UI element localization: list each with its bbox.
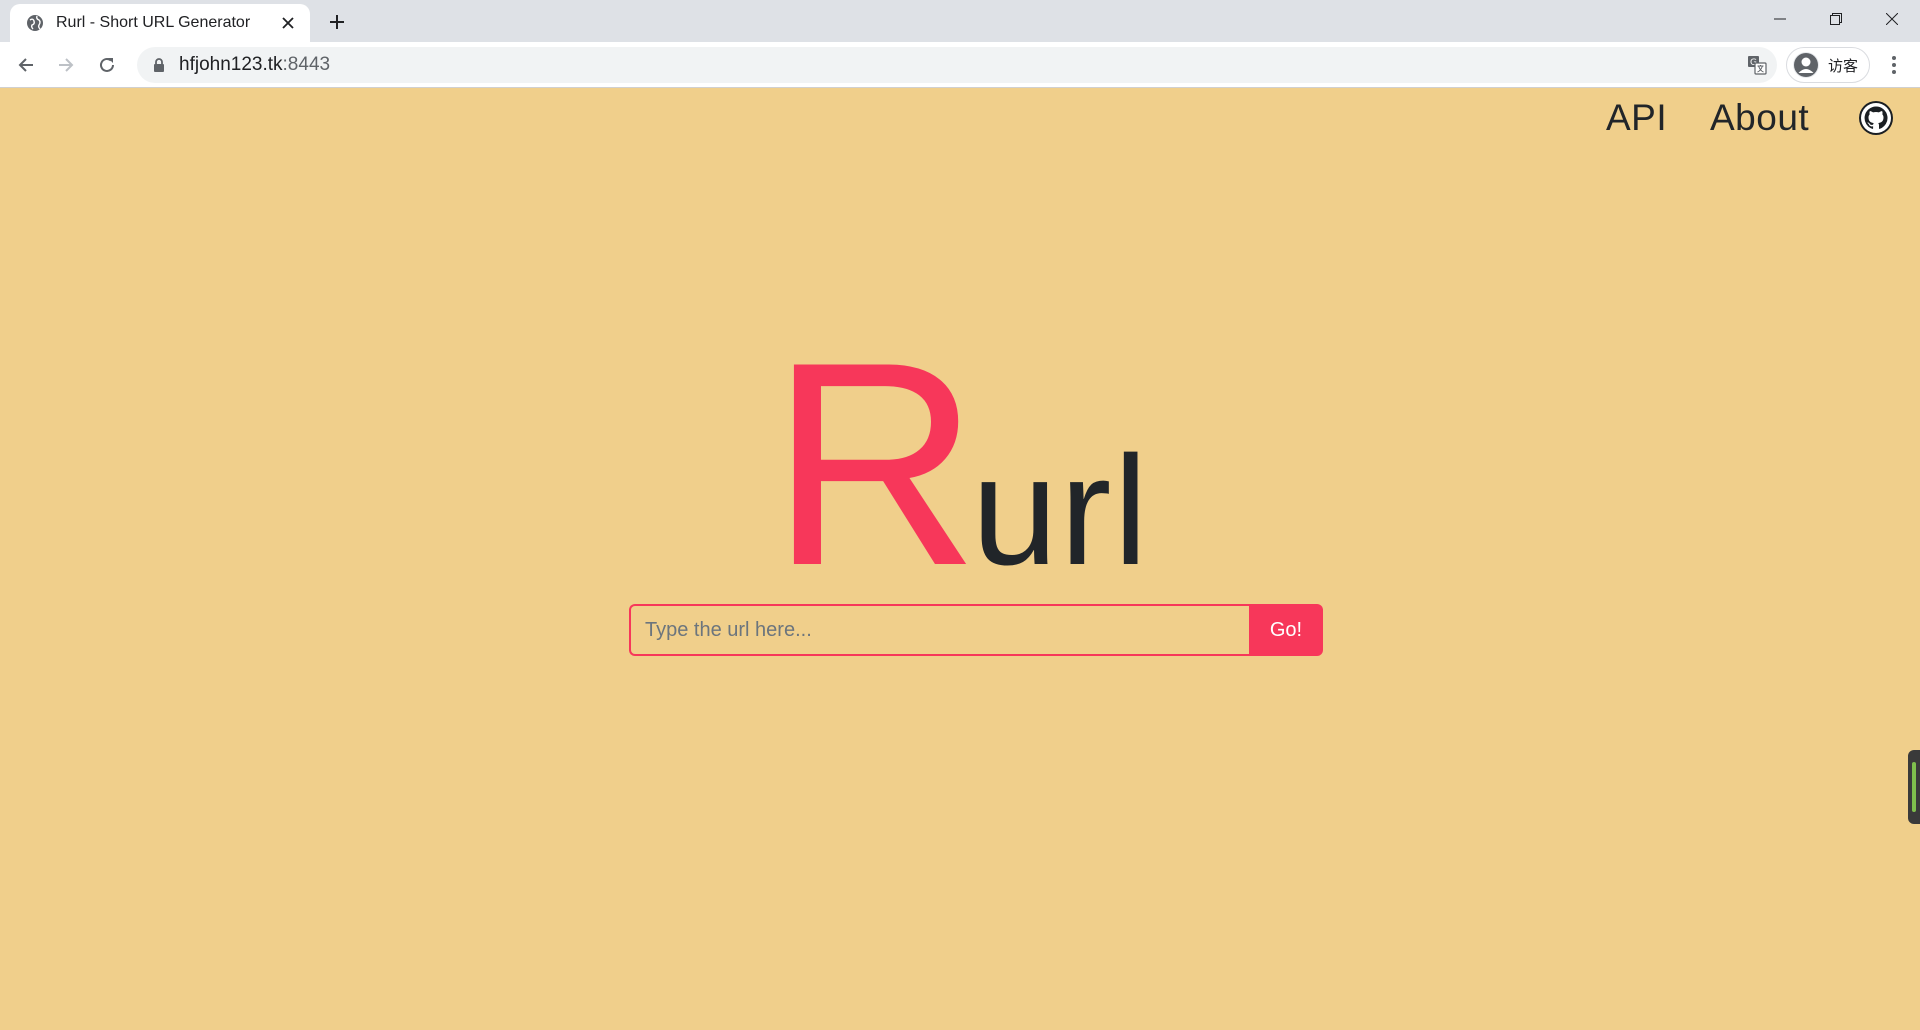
logo-first-letter: R [770,302,979,626]
minimize-icon[interactable] [1752,0,1808,38]
arrow-left-icon[interactable] [10,49,42,81]
globe-icon [26,14,44,32]
more-vert-icon[interactable] [1878,49,1910,81]
url-text: hfjohn123.tk:8443 [179,54,330,76]
browser-tabstrip: Rurl - Short URL Generator [0,0,1920,42]
nav-link-about[interactable]: About [1710,97,1809,139]
url-port: :8443 [282,54,331,75]
window-close-icon[interactable] [1864,0,1920,38]
lock-icon[interactable] [151,57,167,73]
rurl-logo: Rurl [0,319,1920,609]
side-widget-level-bar [1912,762,1916,812]
address-bar[interactable]: hfjohn123.tk:8443 G [137,47,1777,83]
logo-rest: url [971,424,1150,597]
close-icon[interactable] [276,11,300,35]
nav-link-api[interactable]: API [1606,97,1667,139]
plus-icon[interactable] [323,8,351,36]
page-content: API About Rurl Go! [0,89,1920,1030]
browser-toolbar: hfjohn123.tk:8443 G 访客 [0,42,1920,88]
github-icon[interactable] [1857,99,1895,137]
window-controls [1752,0,1920,38]
reload-icon[interactable] [91,49,123,81]
profile-label: 访客 [1828,57,1859,75]
user-avatar-icon [1793,52,1819,78]
url-host: hfjohn123.tk [179,54,283,75]
go-button[interactable]: Go! [1249,604,1323,656]
shorten-url-form: Go! [629,604,1323,656]
side-widget-handle[interactable] [1908,750,1920,824]
profile-button[interactable]: 访客 [1786,47,1870,83]
tab-title: Rurl - Short URL Generator [56,14,251,31]
browser-tab[interactable]: Rurl - Short URL Generator [10,4,310,42]
restore-icon[interactable] [1808,0,1864,38]
arrow-right-icon[interactable] [50,49,82,81]
translate-icon[interactable]: G [1745,53,1769,77]
url-input[interactable] [629,604,1249,656]
